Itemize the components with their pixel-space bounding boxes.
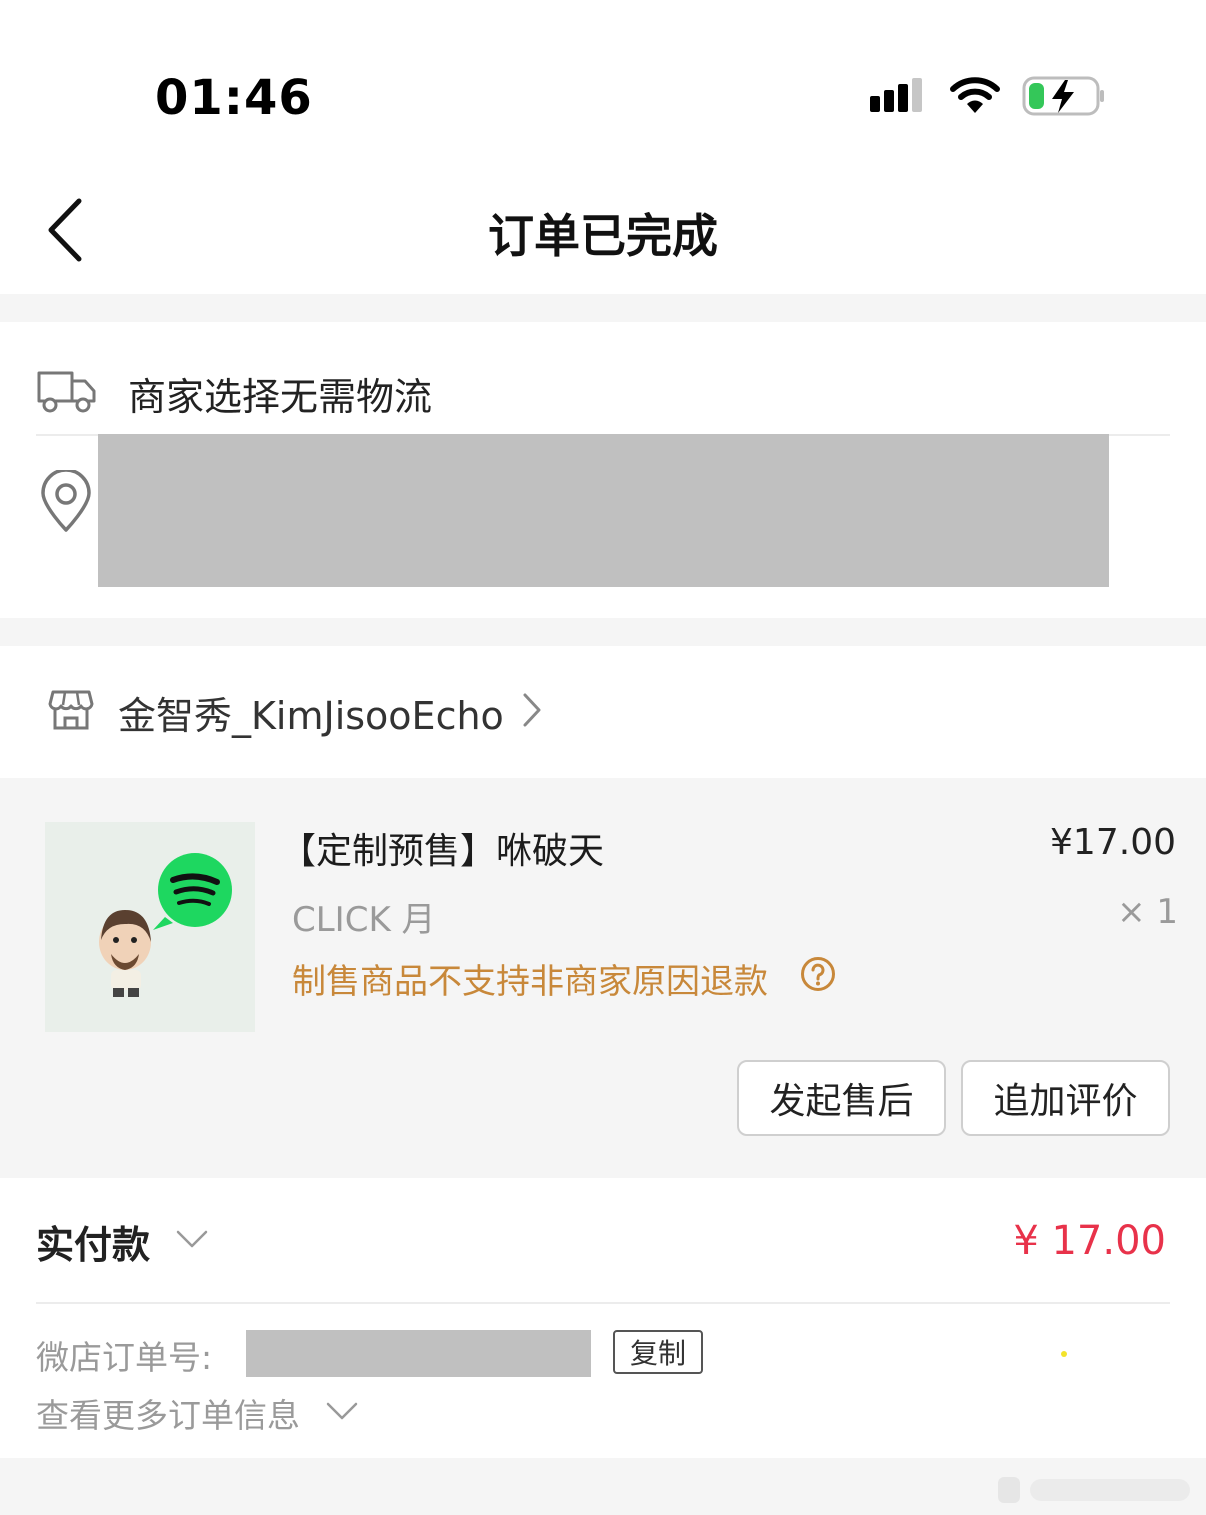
status-time: 01:46: [155, 70, 313, 126]
product-thumbnail[interactable]: [45, 822, 255, 1032]
watermark: [996, 1469, 1196, 1509]
refund-note: 制售商品不支持非商家原因退款: [292, 954, 836, 1003]
refund-note-text: 制售商品不支持非商家原因退款: [292, 962, 768, 1002]
add-review-button[interactable]: 追加评价: [961, 1060, 1170, 1136]
battery-charging-icon: [1022, 75, 1106, 121]
more-order-info-toggle[interactable]: 查看更多订单信息: [36, 1388, 358, 1438]
shop-name: 金智秀_KimJisooEcho: [118, 693, 504, 738]
chevron-right-icon: [522, 692, 542, 732]
more-order-info-label: 查看更多订单信息: [36, 1396, 300, 1435]
location-pin-icon: [38, 468, 94, 538]
signal-icon: [868, 76, 928, 120]
shop-link[interactable]: 金智秀_KimJisooEcho: [48, 676, 542, 748]
store-icon: [48, 688, 94, 736]
address-redacted: [98, 434, 1109, 587]
page-title: 订单已完成: [488, 209, 718, 263]
order-number-redacted: [246, 1330, 591, 1377]
chevron-down-icon[interactable]: [176, 1229, 208, 1253]
question-circle-icon[interactable]: [800, 956, 836, 1001]
payment-row[interactable]: 实付款 ¥ 17.00: [36, 1206, 1166, 1276]
payment-amount: ¥ 17.00: [1013, 1218, 1166, 1264]
product-quantity: × 1: [1117, 892, 1178, 932]
logistics-row: 商家选择无需物流: [36, 350, 1170, 436]
wifi-icon: [950, 76, 1000, 120]
truck-icon: [36, 367, 98, 419]
nav-bar: 订单已完成: [0, 180, 1206, 294]
order-number-row: 微店订单号: 复制: [36, 1330, 703, 1380]
order-card: 金智秀_KimJisooEcho 【定制预售】咻破天 ¥17.00 CLICK …: [0, 646, 1206, 1458]
chevron-down-icon: [326, 1401, 358, 1425]
after-sale-button[interactable]: 发起售后: [737, 1060, 946, 1136]
payment-label: 实付款: [36, 1222, 151, 1267]
decorative-dot: [1061, 1351, 1067, 1357]
order-number-label: 微店订单号:: [36, 1338, 213, 1377]
product-price: ¥17.00: [1050, 822, 1176, 863]
product-name: 【定制预售】咻破天: [280, 831, 605, 872]
status-icons: [868, 75, 1106, 121]
product-item[interactable]: 【定制预售】咻破天 ¥17.00 CLICK 月 × 1 制售商品不支持非商家原…: [0, 778, 1206, 1178]
status-bar: 01:46: [0, 0, 1206, 180]
product-spec: CLICK 月: [292, 900, 436, 940]
logistics-text: 商家选择无需物流: [128, 374, 433, 419]
divider: [36, 1302, 1170, 1304]
copy-button[interactable]: 复制: [613, 1330, 703, 1374]
